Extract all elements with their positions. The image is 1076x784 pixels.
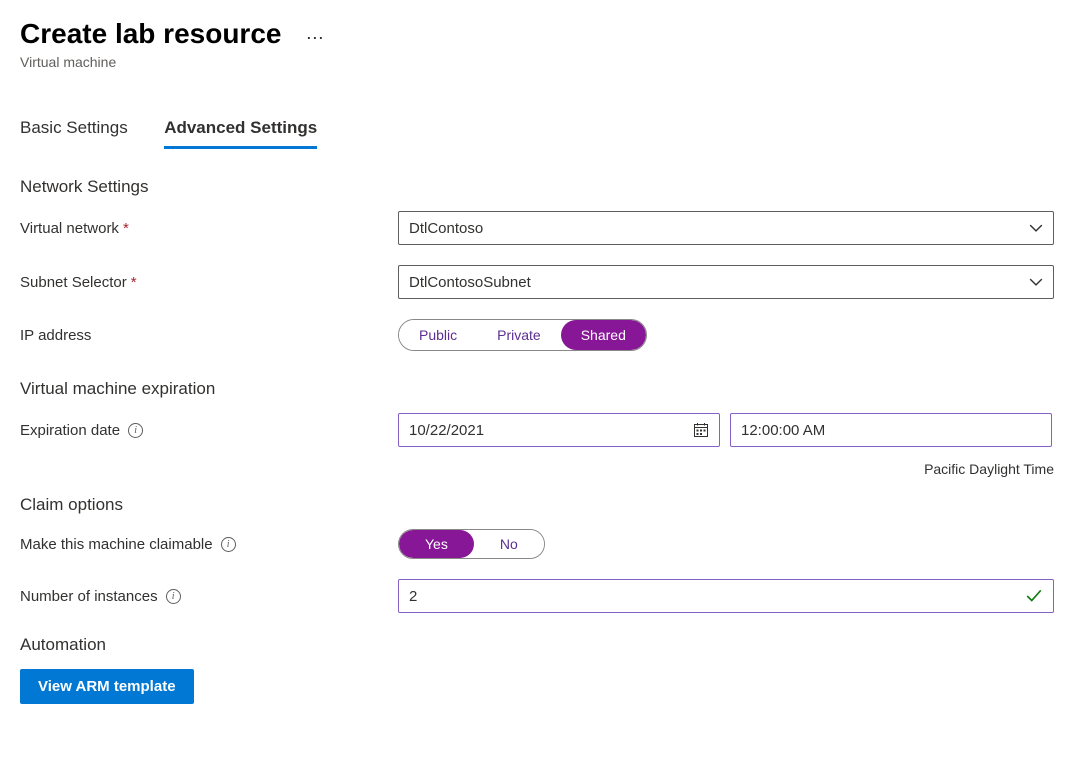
- view-arm-template-button[interactable]: View ARM template: [20, 669, 194, 704]
- claimable-toggle: Yes No: [398, 529, 545, 559]
- subnet-selector-value: DtlContosoSubnet: [409, 274, 531, 291]
- expiration-time-input[interactable]: 12:00:00 AM: [730, 413, 1052, 447]
- chevron-down-icon: [1029, 275, 1043, 289]
- section-automation: Automation: [20, 635, 1056, 655]
- section-claim-options: Claim options: [20, 495, 1056, 515]
- chevron-down-icon: [1029, 221, 1043, 235]
- ip-option-private[interactable]: Private: [477, 320, 561, 350]
- subnet-selector-label: Subnet Selector *: [20, 274, 398, 291]
- checkmark-icon: [1025, 587, 1043, 605]
- info-icon[interactable]: i: [221, 537, 236, 552]
- expiration-date-label: Expiration date i: [20, 422, 398, 439]
- instances-label: Number of instances i: [20, 588, 398, 605]
- virtual-network-value: DtlContoso: [409, 220, 483, 237]
- virtual-network-label-text: Virtual network: [20, 220, 119, 237]
- page-subtitle: Virtual machine: [20, 54, 1056, 70]
- virtual-network-dropdown[interactable]: DtlContoso: [398, 211, 1054, 245]
- virtual-network-label: Virtual network *: [20, 220, 398, 237]
- ip-address-toggle: Public Private Shared: [398, 319, 647, 351]
- instances-input[interactable]: 2: [398, 579, 1054, 613]
- expiration-date-value: 10/22/2021: [409, 422, 484, 439]
- ip-option-public[interactable]: Public: [399, 320, 477, 350]
- claimable-yes[interactable]: Yes: [399, 530, 474, 558]
- tab-basic-settings[interactable]: Basic Settings: [20, 118, 128, 146]
- subnet-selector-dropdown[interactable]: DtlContosoSubnet: [398, 265, 1054, 299]
- expiration-date-input[interactable]: 10/22/2021: [398, 413, 720, 447]
- instances-value: 2: [409, 588, 417, 605]
- tab-bar: Basic Settings Advanced Settings: [20, 118, 1056, 149]
- claimable-no[interactable]: No: [474, 530, 544, 558]
- info-icon[interactable]: i: [128, 423, 143, 438]
- more-actions-button[interactable]: ⋯: [306, 28, 325, 49]
- claimable-label-text: Make this machine claimable: [20, 536, 213, 553]
- claimable-label: Make this machine claimable i: [20, 536, 398, 553]
- section-network-settings: Network Settings: [20, 177, 1056, 197]
- subnet-selector-label-text: Subnet Selector: [20, 274, 127, 291]
- ip-option-shared[interactable]: Shared: [561, 320, 646, 350]
- required-indicator: *: [123, 220, 129, 237]
- tab-advanced-settings[interactable]: Advanced Settings: [164, 118, 317, 149]
- page-title: Create lab resource: [20, 18, 281, 50]
- instances-label-text: Number of instances: [20, 588, 158, 605]
- required-indicator: *: [131, 274, 137, 291]
- timezone-label: Pacific Daylight Time: [20, 461, 1054, 477]
- section-vm-expiration: Virtual machine expiration: [20, 379, 1056, 399]
- calendar-icon: [693, 422, 709, 438]
- ip-address-label: IP address: [20, 327, 398, 344]
- info-icon[interactable]: i: [166, 589, 181, 604]
- expiration-time-value: 12:00:00 AM: [741, 422, 825, 439]
- expiration-date-label-text: Expiration date: [20, 422, 120, 439]
